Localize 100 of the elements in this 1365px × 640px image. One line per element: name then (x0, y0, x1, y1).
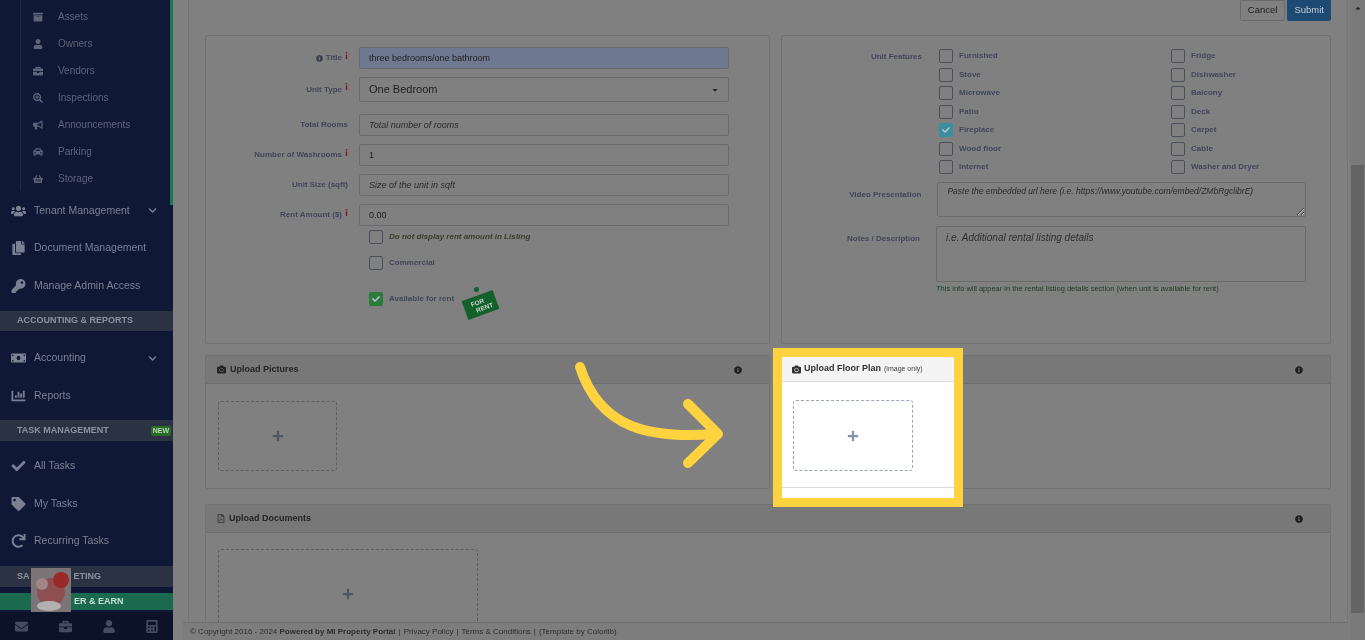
checkbox[interactable] (939, 141, 953, 156)
option-label: Do not display rent amount in Listing (389, 231, 531, 243)
feature-label: Fireplace (959, 124, 995, 137)
section-title: TASK MANAGEMENT (17, 424, 109, 438)
separator: | (456, 625, 459, 638)
sidebar-item[interactable]: All Tasks (0, 447, 173, 485)
feature-label: Microwave (959, 87, 1000, 100)
field-label: Video Presentation (849, 188, 922, 201)
checkbox[interactable] (1171, 160, 1186, 175)
info-icon[interactable] (1295, 514, 1303, 523)
info-icon[interactable] (1295, 365, 1303, 374)
checkbox[interactable] (1171, 141, 1186, 156)
cancel-button[interactable]: Cancel (1239, 0, 1286, 21)
feature-label: Wood floor (959, 142, 1002, 155)
banknote-icon (11, 351, 26, 366)
section-title: SA (17, 569, 30, 583)
feature-label: Balcony (1191, 87, 1223, 100)
checkbox[interactable] (1171, 104, 1186, 119)
upload-dropzone[interactable] (793, 400, 913, 471)
input-field[interactable]: 1 (359, 144, 729, 166)
archive-icon (33, 11, 43, 22)
checkbox[interactable] (1171, 67, 1186, 82)
checkbox[interactable] (1171, 49, 1186, 64)
feature-label: Furnished (959, 50, 998, 63)
feature-label: Deck (1191, 105, 1211, 118)
calculator-icon[interactable] (145, 619, 158, 633)
briefcase-icon[interactable] (59, 619, 73, 633)
sidebar-item[interactable]: My Tasks (0, 484, 173, 523)
bar-chart-icon (11, 388, 26, 403)
panel-title: Upload Pictures (230, 362, 299, 376)
plus-icon (342, 588, 354, 600)
sidebar-item[interactable]: Reports (0, 376, 173, 415)
checkbox[interactable] (369, 292, 383, 306)
checkbox[interactable] (939, 123, 953, 138)
section-title: ACCOUNTING & REPORTS (17, 314, 133, 328)
notes-field[interactable]: i.e. Additional rental listing details (936, 225, 1306, 282)
field-label: Notes / Description (847, 232, 920, 245)
checkbox[interactable] (939, 86, 953, 101)
sidebar-sub-item[interactable]: Storage (0, 165, 173, 192)
footer-link[interactable]: Terms & Conditions (461, 625, 531, 638)
checkbox[interactable] (1171, 123, 1186, 138)
checkbox[interactable] (1171, 86, 1186, 101)
checkbox[interactable] (939, 49, 953, 64)
scrollbar[interactable] (1350, 0, 1365, 640)
check-icon (942, 126, 950, 135)
info-icon[interactable] (315, 54, 323, 62)
field-label: Total Rooms (300, 119, 348, 131)
sidebar-sub-item[interactable]: Vendors (0, 57, 173, 84)
sidebar-sub-item[interactable]: Announcements (0, 111, 173, 138)
feature-label: Internet (959, 161, 989, 174)
basket-icon (33, 173, 43, 184)
sidebar-item[interactable]: Manage Admin Access (0, 267, 173, 305)
scrollbar-thumb[interactable] (1351, 165, 1364, 613)
scroll-up-icon[interactable] (1353, 4, 1362, 12)
option-label: Commercial (389, 257, 435, 269)
key-icon (11, 278, 26, 293)
user-icon (33, 38, 43, 49)
sidebar-item[interactable]: Document Management (0, 229, 173, 268)
sidebar-sub-item[interactable]: Inspections (0, 84, 173, 111)
feature-label: Cable (1191, 142, 1213, 155)
sidebar-sub-item[interactable]: Owners (0, 30, 173, 57)
submit-button[interactable]: Submit (1287, 0, 1331, 21)
sidebar-item[interactable]: Recurring Tasks (0, 522, 173, 560)
checkbox[interactable] (939, 104, 953, 119)
feature-label: Stove (959, 68, 981, 81)
mail-icon[interactable] (15, 619, 29, 633)
sidebar-item[interactable]: Accounting (0, 339, 173, 377)
checkbox[interactable] (369, 230, 383, 244)
input-field[interactable]: Size of the unit in sqft (359, 174, 729, 196)
field-label: Title (325, 52, 342, 64)
checkbox[interactable] (939, 67, 953, 82)
unit-type-select[interactable]: One Bedroom (359, 77, 729, 102)
input-field[interactable]: Total number of rooms (359, 114, 729, 136)
briefcase-icon (33, 65, 43, 76)
input-field[interactable]: 0.00 (359, 204, 729, 226)
copyright-text: © Copyright 2016 - 2024 Powered by MI Property Portal (190, 625, 396, 638)
sidebar-item[interactable]: Tenant Management (0, 192, 173, 230)
chevron-down-icon (148, 206, 157, 216)
magnifier-icon (33, 92, 43, 103)
panel-title: Upload Documents (229, 511, 311, 525)
input-field[interactable]: three bedrooms/one bathroom (359, 47, 729, 69)
documents-icon (11, 241, 26, 256)
sidebar-sub-item[interactable]: Assets (0, 3, 173, 30)
footer-link[interactable]: Privacy Policy (403, 625, 454, 638)
video-url-field[interactable]: Paste the embedded url here (i.e. https://www.youtube.com/embed/ZMbRgclibrE) (937, 181, 1306, 217)
separator: | (533, 625, 536, 638)
info-icon[interactable] (734, 365, 742, 374)
feature-label: Carpet (1191, 124, 1217, 137)
camera-icon (217, 365, 226, 374)
car-icon (33, 146, 43, 157)
field-label: Unit Features (870, 51, 922, 63)
user-icon[interactable] (102, 619, 115, 633)
panel-title: Upload Floor Plan (804, 362, 881, 376)
sidebar-sub-item[interactable]: Parking (0, 138, 173, 165)
upload-dropzone[interactable] (218, 401, 337, 471)
chevron-down-icon (148, 353, 157, 363)
checkbox[interactable] (369, 256, 383, 270)
checkbox[interactable] (939, 160, 953, 175)
option-label: Available for rent (389, 293, 455, 305)
check-icon (372, 295, 380, 303)
